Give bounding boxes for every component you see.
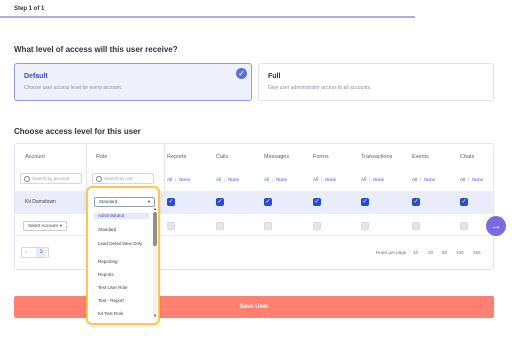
calls-all-none: All | None [216, 177, 239, 182]
row-2-chats-checkbox[interactable] [460, 222, 468, 230]
rows-per-page-50[interactable]: 50 [442, 250, 447, 255]
step-label: Step 1 of 1 [14, 6, 45, 12]
option-default-title: Default [24, 73, 48, 80]
rows-per-page-10[interactable]: 10 [413, 250, 418, 255]
forms-all-none: All | None [313, 177, 336, 182]
row-1-chats-checkbox[interactable]: ✓ [460, 198, 468, 206]
scroll-down-icon[interactable]: ▼ [153, 313, 157, 318]
role-select-value: Standard [99, 199, 118, 204]
role-option-lead-detail[interactable]: Lead Detail View Only [94, 241, 144, 247]
header-chats: Chats [460, 154, 475, 160]
calls-none-link[interactable]: None [228, 177, 239, 182]
row-2-events-checkbox[interactable] [412, 222, 420, 230]
events-all-none: All | None [412, 177, 435, 182]
arrow-right-icon: → [490, 220, 502, 232]
rows-per-page-250[interactable]: 250 [473, 250, 481, 255]
role-dropdown[interactable]: Standard ▼ Administrator Standard Lead D… [86, 186, 160, 325]
option-full-title: Full [268, 73, 281, 80]
row-1-messages-checkbox[interactable]: ✓ [264, 198, 272, 206]
next-arrow-button[interactable]: → [486, 216, 506, 236]
role-option-test-user-role[interactable]: Test User Role [94, 285, 149, 291]
rows-per-page-label: Rows per page [376, 250, 407, 255]
role-option-reports[interactable]: Reports [94, 272, 149, 278]
option-full[interactable]: Full Give user administrator access to a… [258, 63, 494, 101]
header-calls: Calls [216, 154, 229, 160]
row-1-transactions-checkbox[interactable]: ✓ [361, 198, 369, 206]
row-2-account-value: Select Account [28, 223, 58, 228]
reports-all-none: All | None [167, 177, 190, 182]
access-level-question: Choose access level for this user [14, 127, 141, 136]
row-2-transactions-checkbox[interactable] [361, 222, 369, 230]
chevron-down-icon: ▼ [147, 199, 151, 204]
role-option-reporting[interactable]: Reporting [94, 259, 149, 265]
header-events: Events [412, 154, 429, 160]
search-icon [96, 176, 102, 182]
role-option-standard[interactable]: Standard [94, 227, 149, 233]
next-page-icon[interactable]: › [42, 247, 44, 258]
option-default-description: Choose user access level for every accou… [24, 85, 123, 91]
search-role-input[interactable]: Search by role [92, 173, 154, 184]
row-2-messages-checkbox[interactable] [264, 222, 272, 230]
option-full-description: Give user administrator access to all ac… [268, 85, 372, 91]
transactions-none-link[interactable]: None [373, 177, 384, 182]
row-2-account-select[interactable]: Select Account ▼ [23, 221, 67, 231]
row-2-forms-checkbox[interactable] [313, 222, 321, 230]
chats-none-link[interactable]: None [472, 177, 483, 182]
role-option-test-report[interactable]: Test - Report [94, 298, 149, 304]
search-role-placeholder: Search by role [104, 176, 134, 181]
role-option-kit-test-role[interactable]: Kit Test Role [94, 311, 149, 317]
role-select[interactable]: Standard ▼ [94, 197, 155, 207]
access-question: What level of access will this user rece… [14, 45, 178, 54]
row-1-calls-checkbox[interactable]: ✓ [216, 198, 224, 206]
events-none-link[interactable]: None [424, 177, 435, 182]
reports-none-link[interactable]: None [179, 177, 190, 182]
column-divider [164, 144, 165, 191]
rows-per-page-100[interactable]: 100 [456, 250, 464, 255]
row-1-reports-checkbox[interactable]: ✓ [167, 198, 175, 206]
forms-none-link[interactable]: None [325, 177, 336, 182]
dropdown-scrollbar[interactable] [153, 209, 157, 319]
row-1-events-checkbox[interactable]: ✓ [412, 198, 420, 206]
header-reports: Reports [167, 154, 187, 160]
role-options-list: Administrator Standard Lead Detail View … [94, 209, 155, 319]
messages-none-link[interactable]: None [276, 177, 287, 182]
role-option-administrator[interactable]: Administrator [94, 213, 149, 219]
search-account-placeholder: Search by account [32, 176, 70, 181]
search-account-input[interactable]: Search by account [20, 173, 82, 184]
step-progress-bar [0, 16, 415, 18]
row-2-reports-checkbox[interactable] [167, 222, 175, 230]
row-2-calls-checkbox[interactable] [216, 222, 224, 230]
header-messages: Messages [264, 154, 290, 160]
transactions-all-none: All | None [361, 177, 384, 182]
scrollbar-thumb[interactable] [153, 212, 157, 246]
header-account: Account [25, 154, 45, 160]
option-default[interactable]: Default Choose user access level for eve… [14, 63, 252, 101]
messages-all-none: All | None [264, 177, 287, 182]
scroll-up-icon[interactable]: ▲ [153, 206, 157, 211]
current-page[interactable]: 1 [36, 248, 46, 257]
search-icon [24, 176, 30, 182]
chevron-down-icon: ▼ [59, 223, 63, 228]
rows-per-page-20[interactable]: 20 [428, 250, 433, 255]
row-1-forms-checkbox[interactable]: ✓ [313, 198, 321, 206]
chats-all-none: All | None [460, 177, 483, 182]
header-transactions: Transactions [361, 154, 393, 160]
header-role: Role [96, 154, 108, 160]
row-1-account: Kit Damstown [25, 199, 56, 205]
selected-check-icon: ✓ [236, 68, 247, 79]
header-forms: Forms [313, 154, 329, 160]
prev-page-icon[interactable]: ‹ [25, 247, 27, 258]
